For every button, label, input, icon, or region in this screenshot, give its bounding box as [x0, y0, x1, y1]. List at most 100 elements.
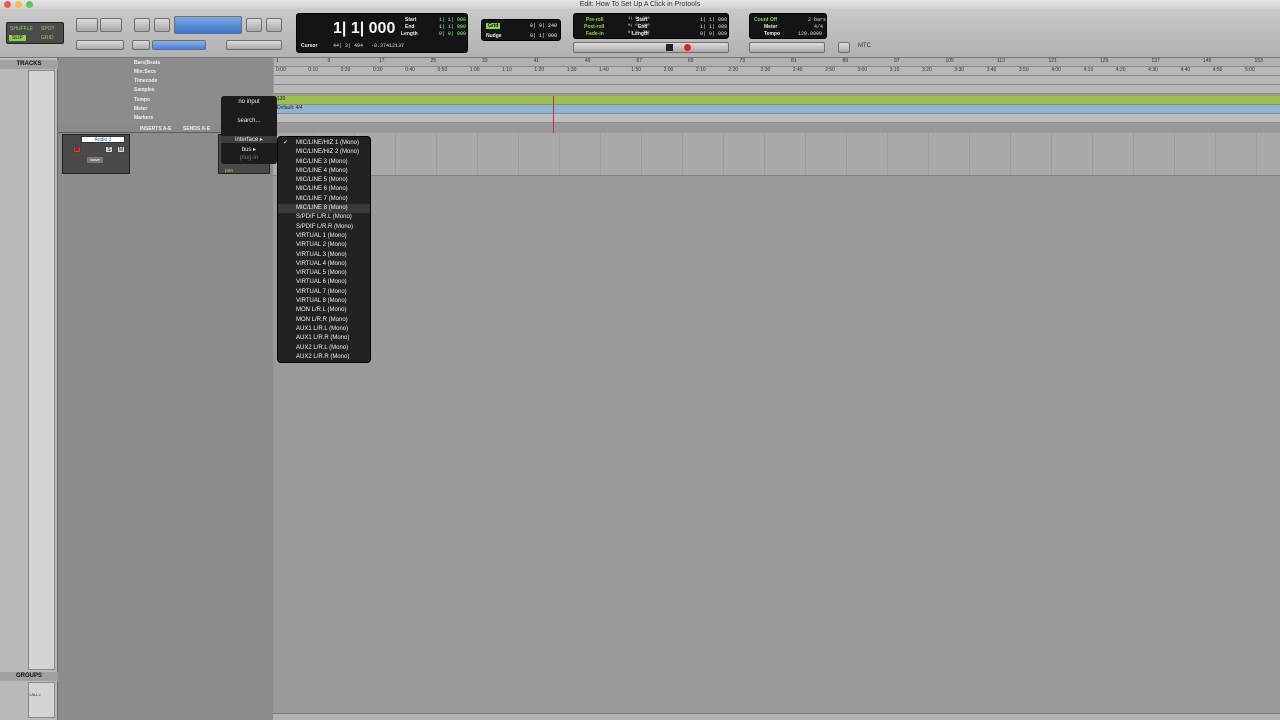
pan-label[interactable]: pan — [225, 168, 233, 174]
shuffle-mode-button[interactable]: SHUFFLE — [10, 26, 33, 32]
start-value[interactable]: 1| 1| 000 — [439, 17, 466, 23]
interface-input-option[interactable]: VIRTUAL 6 (Mono) — [278, 278, 370, 287]
waveform-view-selector[interactable]: wave — [87, 157, 103, 163]
scrubber-tool-icon[interactable] — [246, 18, 262, 32]
groups-item-all[interactable]: <ALL> — [29, 692, 41, 697]
fadein-value[interactable]: 0| 0| 250 — [628, 31, 650, 35]
tab-to-transient-buttons[interactable] — [226, 40, 282, 50]
interface-input-option[interactable]: MIC/LINE 5 (Mono) — [278, 176, 370, 185]
interface-input-option[interactable]: VIRTUAL 5 (Mono) — [278, 269, 370, 278]
interface-input-option[interactable]: S/PDIF L/R.L (Mono) — [278, 213, 370, 222]
interface-input-option[interactable]: MIC/LINE 8 (Mono) — [278, 204, 370, 214]
interface-input-option[interactable]: MIC/LINE 4 (Mono) — [278, 167, 370, 176]
transport-length-value[interactable]: 0| 0| 000 — [700, 31, 727, 37]
interface-input-option[interactable]: MIC/LINE 7 (Mono) — [278, 195, 370, 204]
zoom-buttons[interactable] — [76, 18, 98, 32]
mute-button[interactable]: M — [117, 146, 125, 153]
zoom-preset-buttons[interactable] — [76, 40, 124, 50]
meter-label[interactable]: Meter — [764, 24, 777, 30]
solo-button[interactable]: S — [105, 146, 113, 153]
meter-marker[interactable]: Default: 4/4 — [277, 105, 303, 111]
stop-icon[interactable] — [666, 44, 673, 51]
meter-value[interactable]: 4/4 — [814, 24, 823, 30]
interface-input-option[interactable]: VIRTUAL 3 (Mono) — [278, 251, 370, 260]
zoom-toggle-button[interactable] — [134, 18, 150, 32]
zoom-buttons-2[interactable] — [100, 18, 122, 32]
interface-input-option[interactable]: AUX2 L/R.R (Mono) — [278, 353, 370, 362]
audio-track-header[interactable]: Audio 1 R S M wave — [62, 134, 130, 174]
markers-ruler[interactable] — [274, 114, 1280, 123]
interface-input-option[interactable]: ✓ MIC/LINE/HIZ 1 (Mono) — [278, 139, 370, 148]
interface-input-option[interactable]: AUX1 L/R.L (Mono) — [278, 325, 370, 334]
tempo-value[interactable]: 120.0000 — [798, 31, 822, 37]
interface-submenu-item[interactable]: interface ▸ — [221, 136, 277, 143]
transport-buttons[interactable] — [573, 42, 729, 53]
interface-input-option[interactable]: MON L/R.L (Mono) — [278, 306, 370, 315]
minimize-window-button[interactable] — [15, 1, 22, 8]
sync-icon[interactable] — [838, 42, 850, 53]
fadein-label[interactable]: Fade-in — [586, 31, 604, 37]
meter-ruler[interactable]: Default: 4/4 — [274, 105, 1280, 114]
search-option[interactable]: search... — [221, 118, 277, 124]
record-enable-button[interactable]: R — [73, 146, 81, 153]
interface-input-option[interactable]: MIC/LINE 6 (Mono) — [278, 185, 370, 194]
bus-submenu-item[interactable]: bus ▸ — [221, 146, 277, 153]
samples-ruler[interactable] — [274, 85, 1280, 94]
tempo-label[interactable]: Tempo — [764, 31, 780, 37]
record-icon[interactable] — [684, 44, 691, 51]
track-name-field[interactable]: Audio 1 — [81, 136, 125, 143]
tracks-header[interactable]: TRACKS — [0, 60, 58, 69]
interface-input-option[interactable]: S/PDIF L/R.R (Mono) — [278, 223, 370, 232]
groups-list[interactable]: <ALL> — [28, 682, 55, 718]
grid-mode-button[interactable]: GRID — [41, 35, 54, 41]
interface-input-option[interactable]: MIC/LINE/HIZ 2 (Mono) — [278, 148, 370, 157]
tempo-marker[interactable]: 120 — [277, 96, 285, 102]
grid-value[interactable]: 0| 0| 240 — [530, 23, 557, 29]
interface-input-option[interactable]: MON L/R.R (Mono) — [278, 316, 370, 325]
tempo-ruler[interactable]: 120 — [274, 96, 1280, 105]
length-value[interactable]: 0| 0| 000 — [439, 31, 466, 37]
countoff-label[interactable]: Count Off — [754, 17, 777, 23]
groups-header[interactable]: GROUPS — [0, 672, 58, 681]
bars-beats-ruler[interactable]: 1 9 17 25 33 41 49 57 65 73 81 89 97 105 113 121 129 137 1… — [274, 58, 1280, 67]
interface-input-option[interactable]: VIRTUAL 8 (Mono) — [278, 297, 370, 306]
close-window-button[interactable] — [4, 1, 11, 8]
conductor-buttons[interactable] — [749, 42, 825, 53]
grid-label[interactable]: Grid — [486, 23, 501, 29]
nudge-label[interactable]: Nudge — [486, 33, 502, 39]
preroll-label[interactable]: Pre-roll — [586, 17, 604, 23]
preroll-value[interactable]: 1| 0| 000 — [628, 17, 650, 21]
interface-input-option[interactable]: VIRTUAL 7 (Mono) — [278, 288, 370, 297]
interface-input-option[interactable]: AUX2 L/R.L (Mono) — [278, 344, 370, 353]
slip-mode-button[interactable]: SLIP — [9, 35, 26, 41]
link-button[interactable] — [132, 40, 150, 50]
interface-input-option[interactable]: VIRTUAL 4 (Mono) — [278, 260, 370, 269]
postroll-label[interactable]: Post-roll — [584, 24, 604, 30]
min-secs-ruler[interactable]: 0:00 0:10 0:20 0:30 0:40 0:50 1:00 1:10 1:20 1:30… — [274, 67, 1280, 76]
spot-mode-button[interactable]: SPOT — [41, 26, 55, 32]
postroll-value[interactable]: 0| 0| 000 — [628, 24, 650, 28]
main-counter-display[interactable]: 1| 1| 000 Start End Length 1| 1| 000 1| … — [296, 13, 468, 53]
pencil-tool-icon[interactable] — [266, 18, 282, 32]
interface-input-option[interactable]: VIRTUAL 1 (Mono) — [278, 232, 370, 241]
transport-end-value[interactable]: 1| 1| 000 — [700, 24, 727, 30]
nudge-value[interactable]: 0| 1| 000 — [530, 33, 557, 39]
audio-track-lane[interactable] — [273, 133, 1280, 176]
link-timeline-buttons[interactable] — [152, 40, 206, 50]
horizontal-scrollbar[interactable] — [273, 713, 1280, 720]
timecode-ruler[interactable] — [274, 76, 1280, 85]
zoom-window-button[interactable] — [26, 1, 33, 8]
trim-select-grab-tools[interactable] — [174, 16, 242, 34]
transport-start-value[interactable]: 1| 1| 000 — [700, 17, 727, 23]
no-input-option[interactable]: no input — [221, 99, 277, 105]
conductor-display[interactable]: Count Off Meter Tempo 2 bars 4/4 120.000… — [749, 13, 827, 39]
countoff-value[interactable]: 2 bars — [808, 17, 826, 23]
tracks-list[interactable] — [28, 70, 55, 670]
interface-input-option[interactable]: MIC/LINE 3 (Mono) — [278, 158, 370, 167]
zoomer-tool-icon[interactable] — [154, 18, 170, 32]
transport-display[interactable]: Pre-roll Post-roll Fade-in Start End Len… — [573, 13, 729, 39]
interface-input-option[interactable]: VIRTUAL 2 (Mono) — [278, 241, 370, 250]
end-value[interactable]: 1| 1| 000 — [439, 24, 466, 30]
mtc-label[interactable]: MTC — [858, 43, 871, 49]
grid-nudge-display[interactable]: Grid Nudge 0| 0| 240 0| 1| 000 — [481, 19, 561, 41]
